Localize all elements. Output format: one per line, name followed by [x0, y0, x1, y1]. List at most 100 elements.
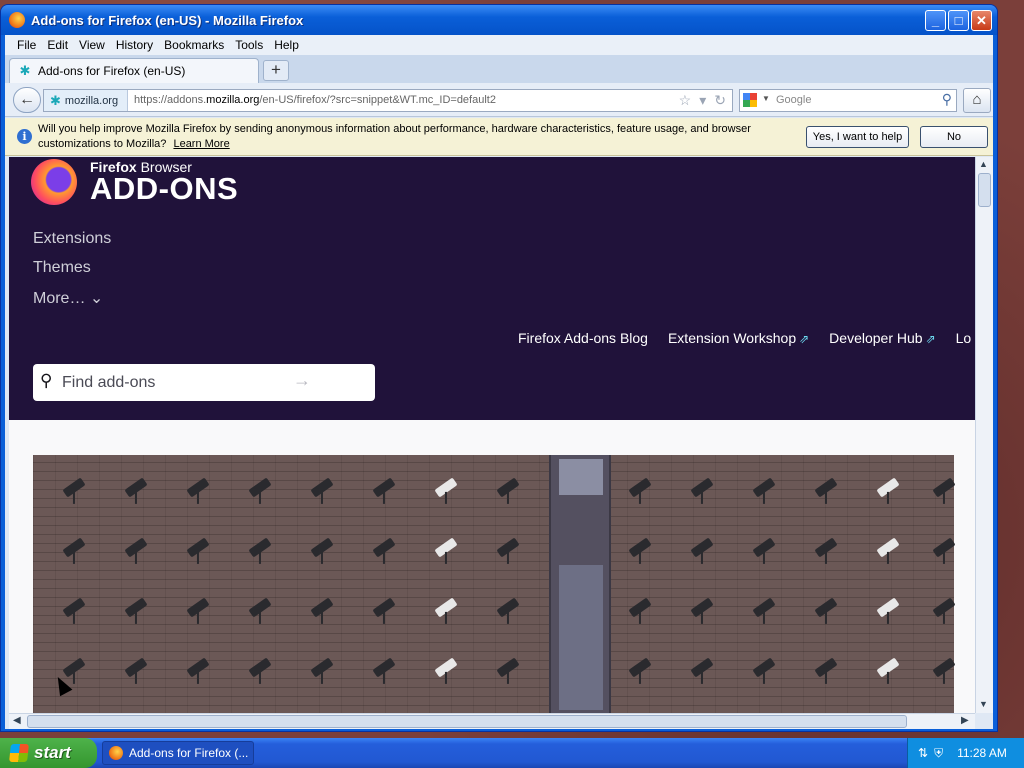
security-camera-icon — [496, 477, 520, 498]
security-camera-icon — [628, 477, 652, 498]
start-button[interactable]: start — [0, 738, 97, 768]
menu-edit[interactable]: Edit — [43, 38, 75, 52]
security-camera-icon — [876, 537, 900, 558]
security-camera-icon — [876, 657, 900, 678]
yes-help-button[interactable]: Yes, I want to help — [806, 126, 909, 148]
devhub-link[interactable]: Developer Hub ⇗ — [829, 330, 935, 346]
firefox-logo-icon[interactable] — [31, 159, 77, 205]
scroll-left-icon[interactable]: ◀ — [13, 715, 21, 726]
security-camera-icon — [372, 597, 396, 618]
menu-view[interactable]: View — [75, 38, 112, 52]
site-domain: mozilla.org — [64, 94, 119, 107]
security-icon[interactable]: ⛨ — [934, 746, 943, 761]
security-camera-icon — [814, 477, 838, 498]
nav-themes[interactable]: Themes — [33, 259, 91, 277]
menu-bookmarks[interactable]: Bookmarks — [160, 38, 231, 52]
google-icon[interactable] — [743, 93, 757, 107]
scroll-thumb[interactable] — [27, 715, 907, 728]
hero-pillar — [549, 455, 611, 713]
addon-search-box[interactable]: ⚲ Find add-ons → — [33, 364, 375, 401]
bookmark-star-icon[interactable]: ☆ — [679, 92, 692, 109]
security-camera-icon — [752, 537, 776, 558]
brand-title[interactable]: ADD-ONS — [90, 171, 238, 207]
home-button[interactable]: ⌂ — [963, 88, 991, 113]
security-camera-icon — [248, 657, 272, 678]
back-button[interactable]: ← — [13, 87, 41, 113]
network-icon[interactable]: ⇅ — [918, 746, 928, 760]
scroll-up-icon[interactable]: ▲ — [979, 159, 988, 169]
notification-message: Will you help improve Mozilla Firefox by… — [38, 122, 778, 152]
menu-file[interactable]: File — [13, 38, 43, 52]
security-camera-icon — [124, 477, 148, 498]
security-camera-icon — [690, 597, 714, 618]
vertical-scrollbar[interactable]: ▲ ▼ — [975, 157, 993, 713]
notification-bar: i Will you help improve Mozilla Firefox … — [5, 118, 993, 156]
title-bar[interactable]: Add-ons for Firefox (en-US) - Mozilla Fi… — [1, 5, 997, 35]
maximize-button[interactable]: □ — [948, 10, 969, 31]
nav-more[interactable]: More… ⌄ — [33, 288, 103, 308]
security-camera-icon — [932, 657, 956, 678]
minimize-button[interactable]: _ — [925, 10, 946, 31]
firefox-icon — [109, 746, 123, 760]
security-camera-icon — [62, 597, 86, 618]
security-camera-icon — [186, 477, 210, 498]
security-camera-icon — [248, 597, 272, 618]
security-camera-icon — [372, 477, 396, 498]
browser-client: File Edit View History Bookmarks Tools H… — [5, 35, 993, 729]
security-camera-icon — [628, 597, 652, 618]
taskbar: start Add-ons for Firefox (... ⇅ ⛨ 11:28… — [0, 738, 1024, 768]
security-camera-icon — [876, 477, 900, 498]
security-camera-icon — [434, 477, 458, 498]
hero-image[interactable] — [33, 455, 956, 713]
security-camera-icon — [434, 597, 458, 618]
security-camera-icon — [752, 657, 776, 678]
menu-tools[interactable]: Tools — [231, 38, 270, 52]
security-camera-icon — [752, 477, 776, 498]
url-icons: ☆ ▾ ↻ — [679, 92, 726, 109]
security-camera-icon — [310, 657, 334, 678]
security-camera-icon — [62, 537, 86, 558]
horizontal-scrollbar[interactable]: ◀ ▶ — [9, 713, 975, 729]
menu-history[interactable]: History — [112, 38, 160, 52]
new-tab-button[interactable]: + — [263, 60, 289, 81]
workshop-link[interactable]: Extension Workshop ⇗ — [668, 330, 809, 346]
security-camera-icon — [62, 657, 86, 678]
clock[interactable]: 11:28 AM — [957, 746, 1007, 760]
chevron-down-icon[interactable]: ▼ — [762, 94, 770, 103]
browser-window: Add-ons for Firefox (en-US) - Mozilla Fi… — [0, 4, 998, 732]
menu-bar: File Edit View History Bookmarks Tools H… — [5, 35, 993, 55]
security-camera-icon — [814, 537, 838, 558]
url-text[interactable]: https://addons.mozilla.org/en-US/firefox… — [134, 94, 496, 106]
hero-window — [559, 565, 603, 710]
learn-more-link[interactable]: Learn More — [173, 138, 229, 150]
security-camera-icon — [932, 477, 956, 498]
security-camera-icon — [496, 657, 520, 678]
no-button[interactable]: No — [920, 126, 988, 148]
addon-search-input[interactable]: Find add-ons — [62, 374, 155, 392]
search-submit-arrow-icon[interactable]: → — [293, 370, 311, 391]
dropdown-arrow-icon[interactable]: ▾ — [699, 92, 706, 109]
reload-icon[interactable]: ↻ — [714, 92, 726, 109]
url-prefix: https://addons. — [134, 94, 207, 106]
puzzle-icon: ✱ — [19, 63, 31, 78]
blog-link[interactable]: Firefox Add-ons Blog — [518, 330, 648, 346]
nav-extensions[interactable]: Extensions — [33, 230, 111, 248]
scroll-thumb[interactable] — [978, 173, 991, 207]
login-link[interactable]: Lo — [956, 330, 972, 346]
scroll-down-icon[interactable]: ▼ — [979, 699, 988, 709]
close-button[interactable]: ✕ — [971, 10, 992, 31]
security-camera-icon — [434, 537, 458, 558]
notification-text: Will you help improve Mozilla Firefox by… — [38, 123, 751, 150]
scroll-right-icon[interactable]: ▶ — [961, 715, 969, 726]
tab-addons[interactable]: ✱ Add-ons for Firefox (en-US) — [9, 58, 259, 83]
url-bar[interactable]: ✱ mozilla.org https://addons.mozilla.org… — [43, 89, 733, 112]
security-camera-icon — [496, 597, 520, 618]
menu-help[interactable]: Help — [270, 38, 306, 52]
site-identity[interactable]: ✱ mozilla.org — [44, 90, 128, 111]
security-camera-icon — [186, 537, 210, 558]
search-bar[interactable]: ▼ Google ⚲ — [739, 89, 957, 112]
taskbar-item-firefox[interactable]: Add-ons for Firefox (... — [102, 741, 254, 765]
search-icon[interactable]: ⚲ — [942, 91, 952, 108]
start-label: start — [34, 743, 71, 762]
windows-flag-icon — [9, 744, 29, 762]
